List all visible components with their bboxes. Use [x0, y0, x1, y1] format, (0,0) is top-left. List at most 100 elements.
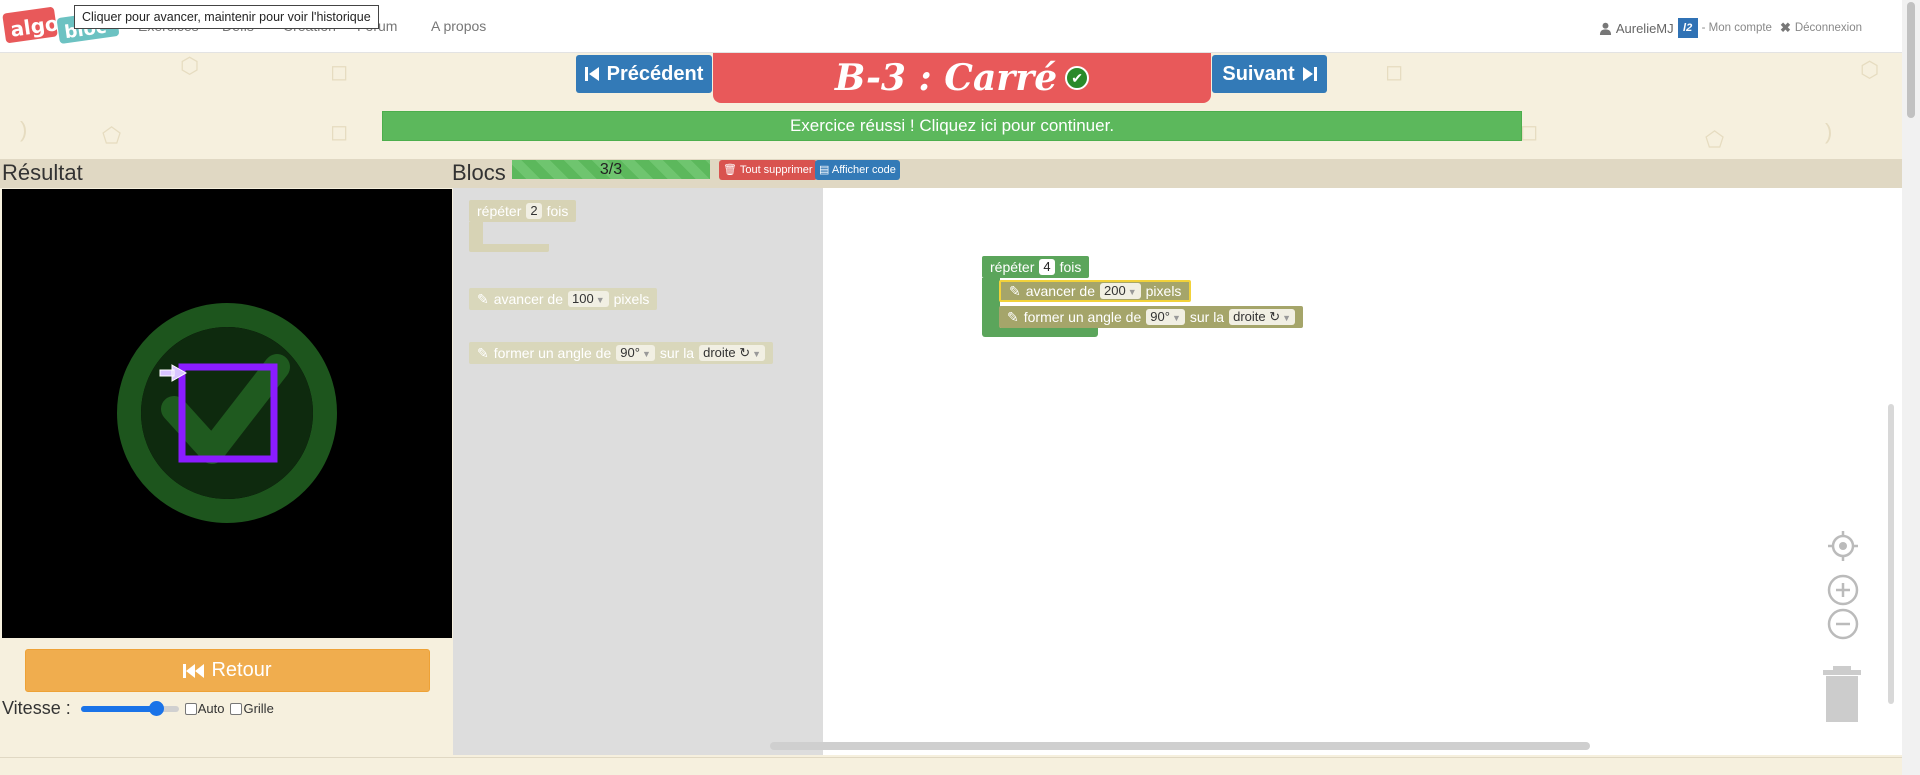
level-badge: l2 [1677, 18, 1698, 38]
block-text: sur la [1189, 309, 1225, 325]
grid-label: Grille [243, 701, 274, 716]
grid-checkbox[interactable]: Grille [230, 701, 274, 716]
pentagon-deco-icon: ⬠ [102, 123, 122, 148]
block-text: pixels [613, 291, 650, 307]
previous-button[interactable]: Précédent [576, 55, 712, 93]
back-label: Retour [211, 659, 272, 681]
toolbox-advance-block[interactable]: ✎ avancer de 100 ▼ pixels [469, 288, 658, 310]
result-canvas[interactable] [2, 189, 452, 638]
direction-field[interactable]: droite ↻ ▼ [699, 345, 766, 361]
user-icon [1599, 22, 1611, 35]
arc-deco-icon: ) [20, 117, 28, 142]
page-scrollbar-thumb[interactable] [1907, 2, 1915, 118]
advance-distance-field[interactable]: 200 ▼ [1100, 283, 1141, 299]
angle-field[interactable]: 90° ▼ [616, 345, 655, 361]
toolbox-turn-block[interactable]: ✎ former un angle de 90° ▼ sur la droite … [469, 342, 774, 364]
dropdown-arrow-icon: ▼ [1127, 287, 1137, 297]
block-text: sur la [659, 345, 695, 361]
toolbox-repeat-block[interactable]: répéter 2 fois [469, 200, 577, 222]
history-tooltip: Cliquer pour avancer, maintenir pour voi… [74, 5, 379, 29]
recenter-icon[interactable] [1827, 530, 1859, 562]
zoom-out-icon[interactable] [1827, 608, 1859, 640]
repeat-block-arm [469, 222, 483, 246]
auto-label: Auto [197, 701, 225, 716]
delete-all-label: Tout supprimer [739, 164, 813, 176]
navbar: algo bloc Exercices Défis Création Forum… [0, 0, 1902, 53]
block-text: répéter [477, 203, 522, 219]
grid-checkbox-box[interactable] [230, 702, 243, 715]
username[interactable]: AurelieMJ [1616, 21, 1674, 36]
previous-label: Précédent [606, 62, 704, 85]
direction-field[interactable]: droite ↻ ▼ [1229, 309, 1296, 325]
pencil-icon: ✎ [1007, 309, 1019, 325]
dropdown-arrow-icon: ▼ [641, 349, 651, 359]
speed-slider-handle[interactable] [148, 700, 164, 716]
workspace-turn-block[interactable]: ✎ former un angle de 90° ▼ sur la droite … [999, 306, 1304, 328]
blocks-progress-bar: 3/3 [512, 160, 710, 179]
close-icon: ✖ [1779, 20, 1791, 35]
pencil-icon: ✎ [477, 345, 489, 361]
block-text: fois [1059, 259, 1082, 275]
drawing-area [117, 303, 337, 523]
pencil-icon: ✎ [1009, 283, 1021, 299]
hexagon-deco-icon: ⬡ [1860, 57, 1880, 82]
repeat-count-field[interactable]: 4 [1039, 259, 1055, 275]
repeat-count-field[interactable]: 2 [526, 203, 542, 219]
dropdown-arrow-icon: ▼ [1282, 313, 1292, 323]
block-workspace[interactable]: répéter 4 fois ✎ avancer de 200 ▼ pixels … [823, 188, 1902, 755]
advance-distance-field[interactable]: 100 ▼ [568, 291, 609, 307]
block-text: fois [546, 203, 569, 219]
auto-checkbox-box[interactable] [184, 702, 197, 715]
arc-deco-icon: ) [1825, 119, 1833, 144]
dropdown-arrow-icon: ▼ [752, 349, 762, 359]
trash-can-icon[interactable] [1821, 666, 1863, 724]
panel-header-strip [0, 159, 1902, 188]
auto-checkbox[interactable]: Auto [184, 701, 225, 716]
result-heading: Résultat [2, 160, 83, 185]
direction-value: droite ↻ [1233, 309, 1281, 324]
repeat-block-foot [982, 328, 1098, 337]
hexagon-deco-icon: ⬡ [180, 53, 200, 78]
next-button[interactable]: Suivant [1212, 55, 1327, 93]
next-label: Suivant [1222, 62, 1295, 85]
show-code-button[interactable]: ▤ Afficher code [815, 160, 900, 180]
success-banner[interactable]: Exercice réussi ! Cliquez ici pour conti… [382, 111, 1522, 141]
fast-backward-icon [183, 663, 205, 678]
exercise-title-box: B-3 : Carré ✔ [713, 53, 1211, 103]
angle-field[interactable]: 90° ▼ [1146, 309, 1185, 325]
zoom-in-icon[interactable] [1827, 574, 1859, 606]
nav-a-propos[interactable]: A propos [431, 18, 486, 34]
show-code-label: Afficher code [831, 164, 896, 176]
step-backward-icon [584, 67, 599, 81]
dropdown-arrow-icon: ▼ [595, 295, 605, 305]
square-deco-icon: ◻ [330, 59, 349, 84]
my-account-link[interactable]: - Mon compte [1702, 22, 1772, 34]
bottom-strip [0, 757, 1902, 775]
workspace-horizontal-scrollbar[interactable] [770, 742, 1590, 750]
block-text: former un angle de [493, 345, 612, 361]
speed-slider[interactable] [80, 700, 179, 716]
square-deco-icon: ◻ [1385, 59, 1404, 84]
square-deco-icon: ◻ [1520, 119, 1539, 144]
speed-controls: Vitesse : Auto Grille [2, 698, 274, 719]
delete-all-button[interactable]: 🗑 Tout supprimer [719, 160, 817, 180]
pencil-icon: ✎ [477, 291, 489, 307]
repeat-block-foot [469, 244, 549, 252]
page-scrollbar[interactable] [1902, 0, 1920, 775]
workspace-repeat-block[interactable]: répéter 4 fois [982, 256, 1090, 278]
logout-link[interactable]: Déconnexion [1795, 22, 1862, 34]
back-button[interactable]: Retour [25, 649, 430, 692]
trash-icon: 🗑 [723, 164, 737, 176]
workspace-vertical-scrollbar[interactable] [1888, 404, 1894, 704]
angle-value: 90° [1150, 309, 1170, 324]
workspace-advance-block[interactable]: ✎ avancer de 200 ▼ pixels [999, 280, 1192, 302]
check-circle-icon: ✔ [1065, 66, 1090, 90]
repeat-block-arm [982, 278, 1000, 332]
block-text: avancer de [1025, 283, 1096, 299]
block-text: avancer de [493, 291, 564, 307]
speed-label: Vitesse : [2, 698, 71, 718]
pentagon-deco-icon: ⬠ [1705, 127, 1725, 152]
block-text: répéter [990, 259, 1035, 275]
angle-value: 90° [620, 345, 640, 360]
advance-distance-value: 200 [1104, 283, 1126, 298]
